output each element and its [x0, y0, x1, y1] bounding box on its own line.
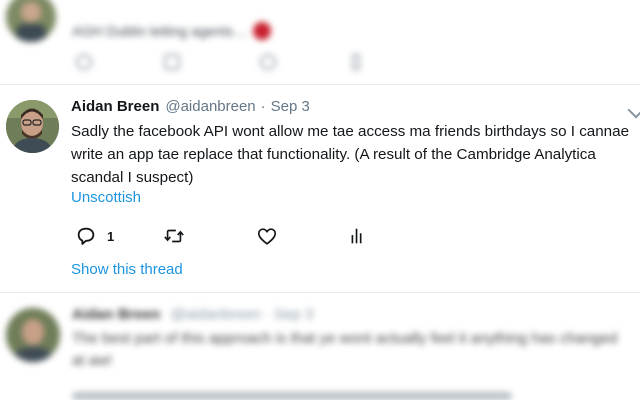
retweet-icon[interactable]: [164, 54, 180, 70]
timeline: AGH Dublin letting agents… A: [0, 0, 640, 400]
analytics-icon: [346, 225, 368, 247]
tweet-text: AGH Dublin letting agents…: [72, 22, 271, 40]
previous-tweet[interactable]: AGH Dublin letting agents…: [0, 0, 640, 84]
author-name[interactable]: Aidan Breen: [71, 98, 159, 115]
reply-button[interactable]: 1: [75, 224, 114, 248]
reply-icon[interactable]: [76, 54, 92, 70]
next-tweet[interactable]: Aidan Breen @aidanbreen · Sep 3 The best…: [0, 292, 640, 400]
retweet-button[interactable]: [163, 224, 185, 248]
tweet-header: Aidan Breen @aidanbreen · Sep 3: [72, 306, 313, 323]
tweet-header: Aidan Breen @aidanbreen · Sep 3: [71, 98, 310, 115]
tweet-date[interactable]: Sep 3: [271, 98, 310, 115]
translate-link[interactable]: Unscottish: [71, 189, 141, 206]
reply-count: 1: [107, 229, 114, 244]
avatar[interactable]: [6, 0, 56, 42]
tweet-text-line: [72, 392, 512, 400]
header-separator: ·: [261, 98, 266, 115]
tweet-actions: [72, 54, 372, 74]
analytics-icon[interactable]: [352, 54, 360, 70]
author-handle[interactable]: @aidanbreen: [165, 98, 255, 115]
like-icon: [256, 225, 278, 247]
author-handle[interactable]: @aidanbreen · Sep 3: [171, 306, 314, 323]
avatar[interactable]: [6, 308, 60, 362]
divider: [0, 84, 640, 85]
like-icon[interactable]: [260, 54, 276, 70]
tweet-text: Sadly the facebook API wont allow me tae…: [71, 120, 631, 189]
author-name[interactable]: Aidan Breen: [72, 306, 160, 323]
like-button[interactable]: [256, 224, 278, 248]
retweet-icon: [163, 225, 185, 247]
tweet-text: The best part of this approach is that y…: [72, 328, 632, 372]
tweet-text-content: AGH Dublin letting agents…: [72, 23, 247, 39]
avatar[interactable]: [6, 100, 59, 153]
chevron-down-icon[interactable]: [628, 102, 640, 119]
analytics-button[interactable]: [346, 224, 368, 248]
reply-icon: [75, 225, 97, 247]
tweet-actions: 1: [71, 224, 391, 250]
show-thread-link[interactable]: Show this thread: [71, 261, 183, 278]
emoji-icon: [253, 22, 271, 40]
